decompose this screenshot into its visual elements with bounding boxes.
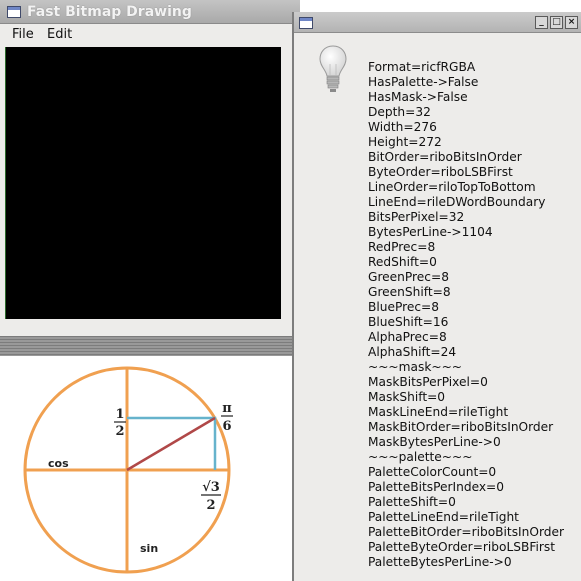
lightbulb-icon bbox=[319, 45, 347, 92]
pi-numerator: π bbox=[222, 401, 232, 416]
info-line: GreenPrec=8 bbox=[368, 270, 449, 284]
info-line: AlphaPrec=8 bbox=[368, 330, 447, 344]
cos-label: cos bbox=[48, 457, 69, 470]
pi-denominator: 6 bbox=[222, 419, 231, 434]
info-line: PaletteByteOrder=riboLSBFirst bbox=[368, 540, 556, 554]
bitmap-canvas[interactable] bbox=[5, 47, 281, 319]
info-line: Format=ricfRGBA bbox=[368, 60, 476, 74]
info-title-bar[interactable]: _ □ × bbox=[294, 12, 581, 33]
sin-label: sin bbox=[140, 542, 158, 555]
info-line: Depth=32 bbox=[368, 105, 431, 119]
info-line: MaskBytesPerLine->0 bbox=[368, 435, 501, 449]
info-line: MaskLineEnd=rileTight bbox=[368, 405, 509, 419]
info-line: HasPalette->False bbox=[368, 75, 479, 89]
maximize-button[interactable]: □ bbox=[550, 16, 563, 29]
minimize-button[interactable]: _ bbox=[535, 16, 548, 29]
main-title-bar[interactable]: Fast Bitmap Drawing bbox=[0, 0, 300, 24]
info-line: LineEnd=rileDWordBoundary bbox=[368, 195, 546, 209]
window-icon[interactable] bbox=[7, 6, 21, 18]
main-window-title: Fast Bitmap Drawing bbox=[27, 4, 192, 20]
info-line: ~~~palette~~~ bbox=[368, 450, 473, 464]
info-line: PaletteBytesPerLine->0 bbox=[368, 555, 512, 569]
menu-bar: File Edit bbox=[0, 24, 300, 46]
fast-bitmap-window: Fast Bitmap Drawing File Edit bbox=[0, 0, 300, 356]
info-line: ~~~mask~~~ bbox=[368, 360, 463, 374]
sqrt3-denominator: 2 bbox=[206, 498, 215, 513]
info-line: PaletteShift=0 bbox=[368, 495, 456, 509]
half-numerator: 1 bbox=[115, 407, 124, 422]
info-line: RedPrec=8 bbox=[368, 240, 436, 254]
radius-line bbox=[126, 416, 216, 472]
close-button[interactable]: × bbox=[565, 16, 578, 29]
info-line: PaletteColorCount=0 bbox=[368, 465, 497, 479]
info-line: MaskBitOrder=riboBitsInOrder bbox=[368, 420, 554, 434]
sqrt3-numerator: √3 bbox=[202, 480, 220, 495]
info-line: BitOrder=riboBitsInOrder bbox=[368, 150, 522, 164]
info-line: BluePrec=8 bbox=[368, 300, 440, 314]
info-line: MaskBitsPerPixel=0 bbox=[368, 375, 488, 389]
info-line: ByteOrder=riboLSBFirst bbox=[368, 165, 513, 179]
menu-edit[interactable]: Edit bbox=[47, 27, 72, 42]
half-denominator: 2 bbox=[115, 424, 124, 439]
info-line: AlphaShift=24 bbox=[368, 345, 457, 359]
info-line: BitsPerPixel=32 bbox=[368, 210, 465, 224]
info-line: Width=276 bbox=[368, 120, 437, 134]
info-line: LineOrder=riloTopToBottom bbox=[368, 180, 536, 194]
info-line: GreenShift=8 bbox=[368, 285, 451, 299]
window-icon[interactable] bbox=[299, 17, 313, 29]
info-line: PaletteBitsPerIndex=0 bbox=[368, 480, 505, 494]
info-line: MaskShift=0 bbox=[368, 390, 446, 404]
info-line: HasMask->False bbox=[368, 90, 468, 104]
image-info-window: _ □ × Format=ricfRGBA HasPalette->False Ha… bbox=[292, 12, 581, 581]
info-line: BytesPerLine->1104 bbox=[368, 225, 493, 239]
unit-circle-image: 1 2 π 6 √3 2 cos sin bbox=[0, 356, 294, 581]
info-line: PaletteLineEnd=rileTight bbox=[368, 510, 519, 524]
info-line: RedShift=0 bbox=[368, 255, 437, 269]
info-line: PaletteBitOrder=riboBitsInOrder bbox=[368, 525, 564, 539]
unit-circle-diagram: 1 2 π 6 √3 2 cos sin bbox=[23, 366, 233, 574]
window-bottom-border bbox=[0, 336, 300, 356]
menu-file[interactable]: File bbox=[12, 27, 34, 42]
info-line: Height=272 bbox=[368, 135, 442, 149]
info-line: BlueShift=16 bbox=[368, 315, 449, 329]
format-info-list: Format=ricfRGBA HasPalette->False HasMask-… bbox=[368, 60, 564, 570]
